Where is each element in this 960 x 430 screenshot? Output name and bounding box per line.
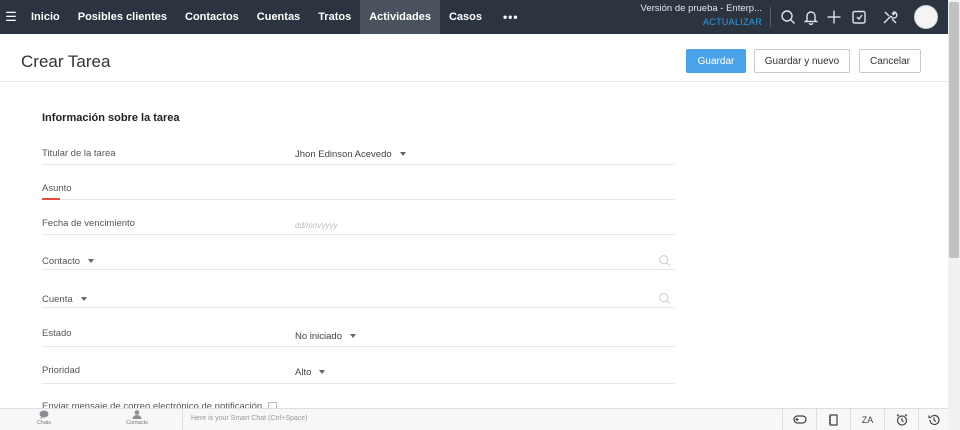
status-field[interactable]: Estado No iniciado xyxy=(42,312,675,347)
divider xyxy=(770,7,771,27)
field-label: Asunto xyxy=(42,183,72,194)
field-label: Titular de la tarea xyxy=(42,148,116,159)
history-icon[interactable] xyxy=(918,409,948,430)
account-field[interactable]: Cuenta xyxy=(42,273,675,308)
alarm-icon[interactable] xyxy=(884,409,918,430)
field-label: Prioridad xyxy=(42,365,81,376)
nav-item-tratos[interactable]: Tratos xyxy=(309,0,360,34)
section-title: Información sobre la tarea xyxy=(42,112,180,124)
search-icon[interactable] xyxy=(779,8,797,26)
plus-icon[interactable] xyxy=(825,8,843,26)
chevron-down-icon xyxy=(319,370,326,375)
note-icon[interactable] xyxy=(816,409,850,430)
nav-item-casos[interactable]: Casos xyxy=(440,0,491,34)
contacts-icon xyxy=(132,410,142,419)
tools-icon[interactable] xyxy=(881,8,899,26)
field-label[interactable]: Cuenta xyxy=(42,294,87,305)
avatar[interactable] xyxy=(914,5,938,29)
page-header: Crear Tarea Guardar Guardar y nuevo Canc… xyxy=(0,34,948,82)
gamepad-icon[interactable] xyxy=(782,409,816,430)
chat-placeholder: Here is your Smart Chat (Ctrl+Space) xyxy=(191,415,308,422)
chevron-down-icon xyxy=(350,334,356,339)
chat-icon xyxy=(39,410,49,419)
contacts-button[interactable]: Contacts xyxy=(117,410,157,426)
trial-text: Versión de prueba - Enterp... xyxy=(640,3,762,14)
date-placeholder[interactable]: dd/mm/yyyy xyxy=(295,221,338,230)
due-date-field[interactable]: Fecha de vencimiento dd/mm/yyyy xyxy=(42,200,675,235)
menu-icon[interactable]: ☰ xyxy=(0,0,22,34)
chats-button[interactable]: Chats xyxy=(24,410,64,426)
field-value[interactable]: Jhon Edinson Acevedo xyxy=(295,149,406,160)
task-owner-field[interactable]: Titular de la tarea Jhon Edinson Acevedo xyxy=(42,130,675,165)
contact-field[interactable]: Contacto xyxy=(42,235,675,270)
contacts-label: Contacts xyxy=(126,420,148,426)
nav-item-actividades[interactable]: Actividades xyxy=(360,0,440,34)
search-icon[interactable] xyxy=(658,292,671,310)
nav-item-inicio[interactable]: Inicio xyxy=(22,0,69,34)
search-icon[interactable] xyxy=(658,254,671,272)
chevron-down-icon xyxy=(80,297,87,302)
more-menu-icon[interactable]: ••• xyxy=(491,0,531,34)
calendar-icon[interactable] xyxy=(850,8,868,26)
save-and-new-button[interactable]: Guardar y nuevo xyxy=(754,49,850,73)
scrollbar-thumb[interactable] xyxy=(949,2,959,258)
nav-item-contactos[interactable]: Contactos xyxy=(176,0,248,34)
field-value[interactable]: Alto xyxy=(295,367,326,378)
priority-field[interactable]: Prioridad Alto xyxy=(42,349,675,384)
translate-icon[interactable]: ZA xyxy=(850,409,884,430)
page-title: Crear Tarea xyxy=(21,52,111,71)
task-form: Información sobre la tarea Titular de la… xyxy=(0,82,948,412)
field-value[interactable]: No iniciado xyxy=(295,331,356,342)
bell-icon[interactable] xyxy=(802,8,820,26)
field-label: Estado xyxy=(42,328,72,339)
nav-item-posibles-clientes[interactable]: Posibles clientes xyxy=(69,0,176,34)
subject-field[interactable]: Asunto xyxy=(42,165,675,200)
bottom-bar: Chats Contacts Here is your Smart Chat (… xyxy=(0,408,948,430)
field-label: Fecha de vencimiento xyxy=(42,218,135,229)
cancel-button[interactable]: Cancelar xyxy=(859,49,921,73)
chats-label: Chats xyxy=(36,420,52,426)
field-label[interactable]: Contacto xyxy=(42,256,95,267)
smart-chat-input[interactable]: Here is your Smart Chat (Ctrl+Space) xyxy=(182,409,782,430)
chevron-down-icon xyxy=(399,152,406,157)
nav-item-cuentas[interactable]: Cuentas xyxy=(248,0,309,34)
trial-info: Versión de prueba - Enterp... ACTUALIZAR xyxy=(628,3,762,27)
save-button[interactable]: Guardar xyxy=(686,49,746,73)
upgrade-link[interactable]: ACTUALIZAR xyxy=(628,17,762,27)
chevron-down-icon xyxy=(88,259,95,264)
